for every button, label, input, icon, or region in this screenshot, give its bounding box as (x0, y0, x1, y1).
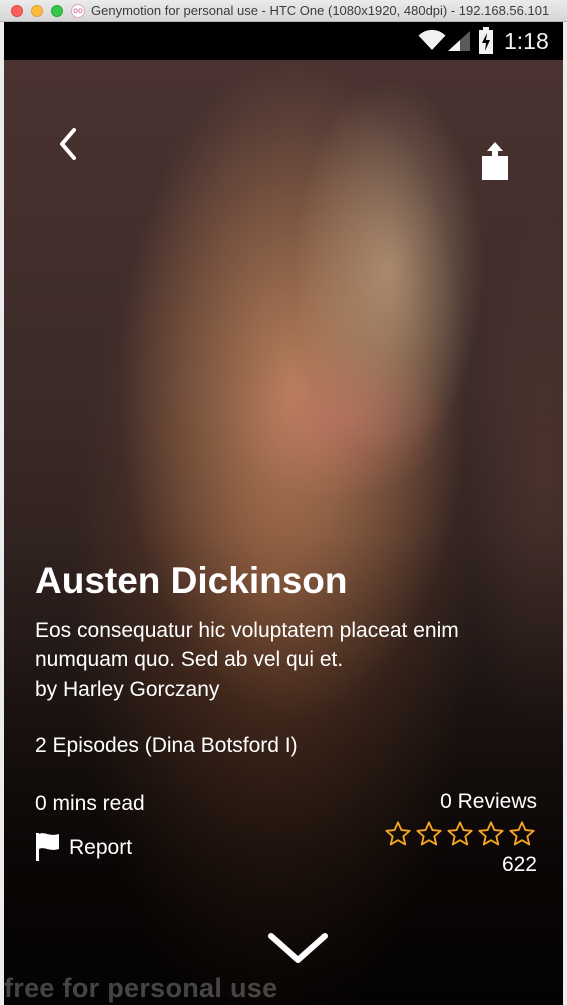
chevron-down-icon (268, 933, 328, 963)
expand-button[interactable] (266, 930, 330, 966)
hero-image (4, 60, 563, 1005)
window-close-button[interactable] (11, 5, 23, 17)
star-icon (478, 821, 504, 846)
wifi-icon (418, 29, 446, 50)
share-icon (482, 142, 508, 180)
story-description: Eos consequatur hic voluptatem placeat e… (35, 619, 459, 671)
report-label: Report (69, 836, 133, 859)
story-title: Austen Dickinson (35, 560, 348, 601)
signal-icon (448, 31, 470, 51)
window-zoom-button[interactable] (51, 5, 63, 17)
flag-icon (36, 833, 59, 861)
star-rating[interactable] (384, 820, 539, 850)
rating-count: 622 (501, 853, 537, 876)
device-screen: 1:18 Austen Dickinson Eos consequatur hi… (4, 22, 563, 1005)
read-time: 0 mins read (35, 792, 145, 815)
status-bar: 1:18 (4, 22, 563, 60)
battery-charging-icon (479, 27, 493, 54)
window-title: Genymotion for personal use - HTC One (1… (91, 3, 550, 18)
status-time: 1:18 (504, 28, 549, 54)
genymotion-icon: oo (71, 4, 85, 18)
share-button[interactable] (478, 140, 512, 184)
window-titlebar: oo Genymotion for personal use - HTC One… (0, 0, 567, 22)
star-icon (385, 821, 411, 846)
chevron-left-icon (60, 128, 76, 160)
star-icon (509, 821, 535, 846)
back-button[interactable] (50, 126, 86, 166)
star-icon (447, 821, 473, 846)
episodes-info: 2 Episodes (Dina Botsford I) (35, 734, 298, 757)
reviews-count[interactable]: 0 Reviews (440, 790, 537, 814)
window-minimize-button[interactable] (31, 5, 43, 17)
watermark: free for personal use (4, 973, 278, 1003)
star-icon (416, 821, 442, 846)
story-author[interactable]: by Harley Gorczany (35, 678, 219, 702)
